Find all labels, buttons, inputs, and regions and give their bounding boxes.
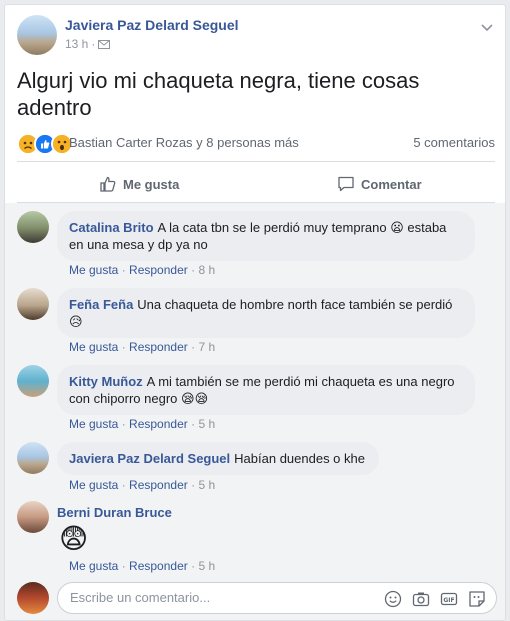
comments-count[interactable]: 5 comentarios	[413, 135, 495, 150]
divider	[17, 161, 495, 162]
like-button[interactable]: Me gusta	[99, 168, 179, 200]
post-time[interactable]: 13 h	[65, 37, 88, 51]
comment-actions: Me gusta · Responder · 5 h	[69, 559, 215, 573]
avatar[interactable]	[17, 442, 49, 474]
comment-emoji: 😨	[59, 523, 89, 554]
comment-reply-link[interactable]: Responder	[129, 478, 188, 492]
thumbs-up-icon	[100, 176, 116, 192]
comment-time[interactable]: 5 h	[198, 559, 215, 573]
comment-time[interactable]: 8 h	[198, 263, 215, 277]
comment-bubble: Catalina Brito A la cata tbn se le perdió…	[57, 211, 475, 261]
comment-placeholder: Escribe un comentario...	[70, 590, 211, 605]
comment-author[interactable]: Berni Duran Bruce	[57, 505, 172, 520]
comment-actions: Me gusta · Responder · 7 h	[69, 340, 215, 354]
composer-icons: GIF	[384, 589, 486, 608]
comment-bubble: Kitty Muñoz A mi también se me perdió mi …	[57, 365, 475, 415]
separator: ·	[191, 263, 196, 277]
meta-separator: ·	[91, 37, 96, 51]
comment-like-link[interactable]: Me gusta	[69, 417, 118, 431]
separator: ·	[191, 417, 196, 431]
comment-reply-link[interactable]: Responder	[129, 559, 188, 573]
comment-composer: Escribe un comentario... GIF	[17, 582, 497, 614]
comment-time[interactable]: 5 h	[198, 417, 215, 431]
separator: ·	[191, 478, 196, 492]
separator: ·	[121, 263, 126, 277]
avatar	[17, 582, 49, 614]
separator: ·	[121, 559, 126, 573]
reaction-icons[interactable]	[17, 133, 73, 155]
reaction-stats: Bastian Carter Rozas y 8 personas más 5 …	[17, 131, 495, 155]
post-text: Algurj vio mi chaqueta negra, tiene cosa…	[17, 68, 420, 120]
author-avatar[interactable]	[17, 15, 57, 55]
avatar[interactable]	[17, 365, 49, 397]
comment-like-link[interactable]: Me gusta	[69, 263, 118, 277]
svg-text:GIF: GIF	[443, 597, 454, 604]
sticker-icon[interactable]	[468, 589, 486, 607]
gif-icon[interactable]: GIF	[440, 589, 458, 607]
comment-bubble: Feña Feña Una chaqueta de hombre north fa…	[57, 288, 475, 338]
post-meta: 13 h ·	[65, 37, 111, 51]
avatar[interactable]	[17, 211, 49, 243]
comment-like-link[interactable]: Me gusta	[69, 478, 118, 492]
comment-author[interactable]: Feña Feña	[69, 297, 133, 312]
comment-reply-link[interactable]: Responder	[129, 263, 188, 277]
comment-author[interactable]: Javiera Paz Delard Seguel	[69, 451, 230, 466]
post-actions: Me gusta Comentar	[17, 168, 495, 200]
comment-like-link[interactable]: Me gusta	[69, 340, 118, 354]
comment-actions: Me gusta · Responder · 5 h	[69, 478, 215, 492]
comment-actions: Me gusta · Responder · 8 h	[69, 263, 215, 277]
comment-reply-link[interactable]: Responder	[129, 417, 188, 431]
post-header: Javiera Paz Delard Seguel 13 h ·	[17, 15, 495, 57]
comment-like-link[interactable]: Me gusta	[69, 559, 118, 573]
like-label: Me gusta	[123, 176, 180, 192]
comment-label: Comentar	[361, 176, 422, 192]
comment-time[interactable]: 5 h	[198, 478, 215, 492]
emoji-icon[interactable]	[384, 589, 402, 608]
comment-icon	[338, 176, 354, 192]
separator: ·	[121, 417, 126, 431]
comment-button[interactable]: Comentar	[337, 168, 422, 200]
separator: ·	[191, 340, 196, 354]
comment-actions: Me gusta · Responder · 5 h	[69, 417, 215, 431]
comment-input[interactable]: Escribe un comentario... GIF	[57, 582, 497, 614]
comment-text: Habían duendes o khe	[234, 451, 365, 466]
chevron-down-icon[interactable]	[479, 19, 495, 35]
separator: ·	[191, 559, 196, 573]
likers-text[interactable]: Bastian Carter Rozas y 8 personas más	[69, 135, 299, 150]
separator: ·	[121, 478, 126, 492]
post-card: Javiera Paz Delard Seguel 13 h · Algurj …	[4, 4, 506, 621]
camera-icon[interactable]	[412, 589, 430, 607]
separator: ·	[121, 340, 126, 354]
avatar[interactable]	[17, 288, 49, 320]
comment-author[interactable]: Catalina Brito	[69, 220, 154, 235]
avatar[interactable]	[17, 501, 49, 533]
comment-bubble: Javiera Paz Delard Seguel Habían duendes …	[57, 442, 379, 475]
comment-author[interactable]: Kitty Muñoz	[69, 374, 143, 389]
comment-time[interactable]: 7 h	[198, 340, 215, 354]
post-author[interactable]: Javiera Paz Delard Seguel	[65, 17, 239, 33]
envelope-icon	[98, 39, 111, 49]
comment-reply-link[interactable]: Responder	[129, 340, 188, 354]
